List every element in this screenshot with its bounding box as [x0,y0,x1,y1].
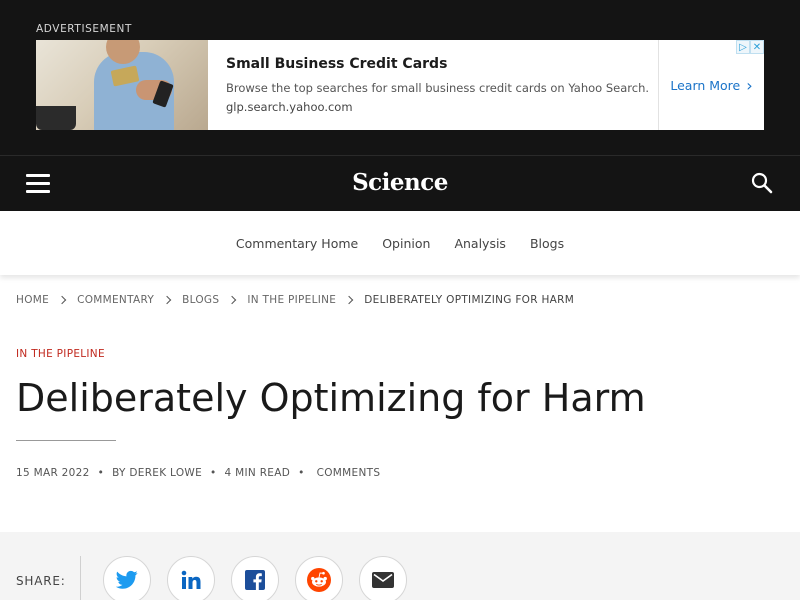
ad-description: Browse the top searches for small busine… [226,81,650,95]
ad-choices[interactable]: ▷ ✕ [736,40,764,54]
close-icon[interactable]: ✕ [750,40,764,54]
breadcrumb-blogs[interactable]: BLOGS [182,294,219,306]
article-author[interactable]: BY DEREK LOWE [112,467,202,479]
meta-separator: • [97,467,105,479]
share-divider [80,556,81,600]
hamburger-menu-icon[interactable] [26,174,50,193]
adchoices-icon[interactable]: ▷ [736,40,750,54]
meta-separator: • [298,467,305,479]
facebook-icon [245,570,265,590]
chevron-right-icon: › [746,75,753,95]
linkedin-icon [181,570,201,589]
subnav-blogs[interactable]: Blogs [530,236,564,251]
twitter-icon [116,570,138,589]
article-title: Deliberately Optimizing for Harm [16,376,646,420]
share-email-button[interactable] [359,556,407,600]
ad-image-cup [36,106,76,130]
breadcrumb-in-the-pipeline[interactable]: IN THE PIPELINE [247,294,336,306]
breadcrumb-home[interactable]: HOME [16,294,49,306]
site-header: Science [0,155,800,211]
ad-banner[interactable]: Small Business Credit Cards Browse the t… [36,40,764,130]
chevron-right-icon [228,295,237,305]
comments-link[interactable]: COMMENTS [317,467,381,479]
chevron-right-icon [162,295,172,305]
chevron-right-icon [57,295,67,305]
ad-cta-label: Learn More [670,77,741,93]
ad-text[interactable]: Small Business Credit Cards Browse the t… [208,40,658,130]
share-reddit-button[interactable] [295,556,343,600]
reddit-icon [307,568,331,592]
breadcrumb: HOME COMMENTARY BLOGS IN THE PIPELINE DE… [16,294,574,306]
subnav-analysis[interactable]: Analysis [454,236,506,251]
article-meta: 15 MAR 2022 • BY DEREK LOWE • 4 MIN READ… [16,467,380,479]
advertisement-label: ADVERTISEMENT [36,23,133,35]
search-icon[interactable] [750,171,774,199]
commentary-subnav: Commentary Home Opinion Analysis Blogs [0,211,800,275]
subnav-opinion[interactable]: Opinion [382,236,430,251]
title-divider [16,440,116,441]
article-kicker[interactable]: IN THE PIPELINE [16,348,105,360]
share-label: SHARE: [16,574,66,588]
share-twitter-button[interactable] [103,556,151,600]
email-icon [372,572,394,588]
article-read-time: 4 MIN READ [224,467,291,479]
ad-title[interactable]: Small Business Credit Cards [226,56,658,72]
share-facebook-button[interactable] [231,556,279,600]
chevron-right-icon [345,295,354,305]
share-linkedin-button[interactable] [167,556,215,600]
ad-url[interactable]: glp.search.yahoo.com [226,100,658,114]
meta-separator: • [210,467,217,479]
breadcrumb-current: DELIBERATELY OPTIMIZING FOR HARM [364,294,575,306]
breadcrumb-commentary[interactable]: COMMENTARY [77,294,154,306]
advertisement-band: ADVERTISEMENT Small Business Credit Card… [0,0,800,155]
ad-image[interactable] [36,40,208,130]
science-logo[interactable]: Science [0,169,800,196]
article-date: 15 MAR 2022 [16,467,90,479]
subnav-commentary-home[interactable]: Commentary Home [236,236,358,251]
